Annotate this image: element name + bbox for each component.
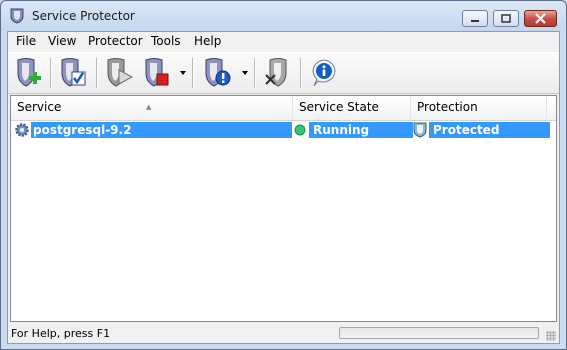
maximize-icon bbox=[501, 14, 511, 23]
add-service-button[interactable] bbox=[14, 56, 46, 90]
close-button[interactable] bbox=[524, 10, 557, 27]
service-name-cell: postgresql-9.2 bbox=[31, 122, 292, 138]
add-service-icon bbox=[17, 58, 41, 87]
service-state: Running bbox=[313, 123, 370, 137]
protection-cell: Protected bbox=[429, 122, 550, 138]
stop-dropdown-arrow[interactable] bbox=[180, 71, 186, 75]
client-area: File View Protector Tools Help Service ▲… bbox=[7, 31, 560, 344]
window-title: Service Protector bbox=[32, 9, 135, 23]
table-row[interactable]: postgresql-9.2 Running Protected bbox=[11, 121, 550, 139]
status-bar: For Help, press F1 bbox=[8, 324, 559, 343]
title-bar[interactable]: Service Protector bbox=[1, 1, 566, 31]
check-service-button[interactable] bbox=[58, 56, 90, 90]
column-header-state[interactable]: Service State bbox=[293, 96, 411, 120]
service-gear-icon bbox=[15, 123, 29, 137]
list-header: Service ▲ Service State Protection bbox=[11, 96, 556, 121]
column-state-label: Service State bbox=[299, 100, 379, 114]
menu-bar: File View Protector Tools Help bbox=[8, 32, 559, 51]
column-header-protection[interactable]: Protection bbox=[411, 96, 547, 120]
protection-status: Protected bbox=[433, 123, 500, 137]
start-service-button[interactable] bbox=[104, 56, 136, 90]
toolbar bbox=[8, 52, 559, 94]
status-progress-bar bbox=[339, 327, 539, 339]
sort-ascending-icon: ▲ bbox=[146, 103, 152, 111]
column-header-service[interactable]: Service ▲ bbox=[11, 96, 293, 120]
stop-service-icon bbox=[145, 58, 169, 87]
menu-help[interactable]: Help bbox=[191, 34, 224, 48]
maximize-button[interactable] bbox=[493, 10, 519, 27]
check-service-icon bbox=[61, 58, 86, 87]
menu-file[interactable]: File bbox=[13, 34, 39, 48]
minimize-icon bbox=[471, 20, 479, 22]
protected-shield-icon bbox=[413, 122, 427, 138]
start-service-icon bbox=[107, 58, 134, 87]
stop-service-button[interactable] bbox=[142, 56, 174, 90]
close-icon bbox=[535, 13, 546, 24]
menu-protector[interactable]: Protector bbox=[85, 34, 146, 48]
menu-view[interactable]: View bbox=[45, 34, 79, 48]
alert-dropdown-arrow[interactable] bbox=[242, 71, 248, 75]
resize-grip-icon[interactable] bbox=[546, 331, 556, 341]
service-name: postgresql-9.2 bbox=[33, 123, 132, 137]
service-list[interactable]: Service ▲ Service State Protection postg… bbox=[10, 95, 557, 322]
alert-settings-icon bbox=[205, 58, 231, 87]
status-text: For Help, press F1 bbox=[11, 327, 111, 340]
column-service-label: Service bbox=[17, 100, 62, 114]
main-window: Service Protector File View Protector To… bbox=[0, 0, 567, 350]
alert-settings-button[interactable] bbox=[202, 56, 234, 90]
shield-app-icon bbox=[10, 8, 24, 24]
about-button[interactable] bbox=[308, 56, 340, 90]
service-state-cell: Running bbox=[309, 122, 413, 138]
remove-service-icon bbox=[265, 58, 287, 87]
remove-service-button[interactable] bbox=[262, 56, 294, 90]
column-protection-label: Protection bbox=[417, 100, 478, 114]
menu-tools[interactable]: Tools bbox=[148, 34, 184, 48]
running-status-icon bbox=[294, 124, 306, 136]
about-info-icon bbox=[312, 59, 336, 87]
minimize-button[interactable] bbox=[462, 10, 488, 27]
